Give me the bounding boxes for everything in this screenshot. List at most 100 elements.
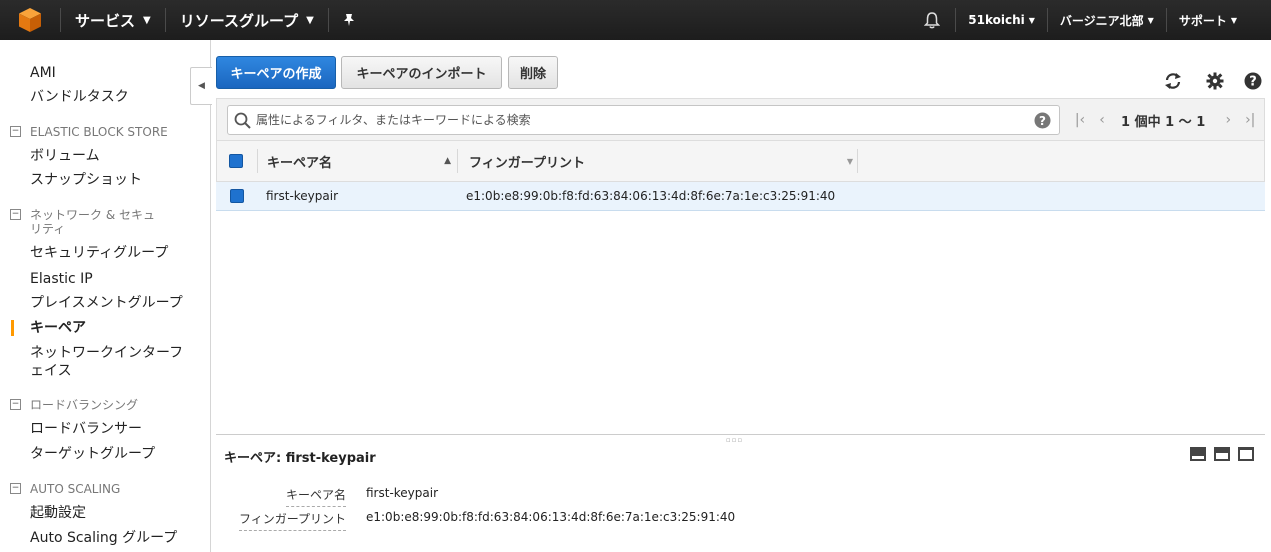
detail-title: キーペア: first-keypair [224,451,376,466]
section-ebs-label: ELASTIC BLOCK STORE [30,125,168,139]
refresh-button[interactable] [1162,70,1184,92]
field-label: キーペア名 [285,486,346,507]
search-box: ? [227,105,1060,135]
svg-text:?: ? [1039,114,1046,128]
collapse-icon: − [10,483,21,494]
row-checkbox[interactable] [230,182,244,210]
last-page-icon[interactable]: ›| [1239,112,1261,128]
chevron-left-icon: ◀ [198,81,205,91]
help-button[interactable]: ? [1242,70,1264,92]
cell-key-pair-name: first-keypair [266,189,339,203]
region-menu[interactable]: バージニア北部 ▼ [1048,0,1166,40]
next-page-icon[interactable]: › [1217,112,1239,128]
services-menu[interactable]: サービス ▼ [61,0,165,40]
panel-maximize-icon[interactable] [1238,447,1254,461]
sidebar-item-load-balancers[interactable]: ロードバランサー [30,420,200,438]
panel-layout-controls [1190,447,1254,461]
column-divider [457,149,458,173]
pin-button[interactable] [329,0,369,40]
filter-bar: ? |‹ ‹ 1 個中 1 〜 1 › ›| [216,98,1265,140]
field-label: フィンガープリント [238,510,346,531]
section-load-balancing[interactable]: − ロードバランシング [10,398,180,412]
chevron-down-icon: ▼ [306,14,314,26]
top-navigation-bar: サービス ▼ リソースグループ ▼ 51koichi ▼ バージニア北部 ▼ サ… [0,0,1271,40]
select-all-checkbox[interactable] [229,141,243,181]
search-icon [234,112,251,129]
sidebar-item-auto-scaling-groups[interactable]: Auto Scaling グループ [30,529,200,547]
account-area: 51koichi ▼ バージニア北部 ▼ サポート ▼ [909,0,1271,40]
help-icon: ? [1244,72,1262,90]
active-marker [11,320,14,336]
section-lb-label: ロードバランシング [30,398,139,412]
section-network-label: ネットワーク & セキュリティ [30,208,155,236]
sidebar-item-network-interfaces[interactable]: ネットワークインターフェイス [30,344,190,380]
chevron-down-icon: ▼ [143,14,151,26]
sidebar-collapse-button[interactable]: ◀ [190,67,212,105]
pin-icon [343,14,354,26]
panel-half-icon[interactable] [1214,447,1230,461]
section-ebs[interactable]: − ELASTIC BLOCK STORE [10,125,180,139]
column-header-key-pair-name[interactable]: キーペア名 ▲ [267,141,451,181]
import-key-pair-button[interactable]: キーペアのインポート [341,56,502,89]
resource-groups-label: リソースグループ [179,11,299,30]
sort-icon: ▼ [846,156,853,166]
table-row[interactable]: first-keypair e1:0b:e8:99:0b:f8:fd:63:84… [216,182,1265,211]
pagination-text: 1 個中 1 〜 1 [1121,114,1206,130]
sidebar-item-snapshots[interactable]: スナップショット [30,171,200,189]
column-divider [857,149,858,173]
settings-button[interactable] [1204,70,1226,92]
chevron-down-icon: ▼ [1147,15,1154,25]
sidebar-item-placement-groups[interactable]: プレイスメントグループ [30,294,200,312]
bell-icon [924,12,941,29]
cell-fingerprint: e1:0b:e8:99:0b:f8:fd:63:84:06:13:4d:8f:6… [466,189,836,203]
column-divider [257,149,258,173]
gear-icon [1206,72,1224,90]
panel-splitter[interactable] [216,434,1265,435]
column-header-label: キーペア名 [267,155,333,171]
section-network-security[interactable]: − ネットワーク & セキュリティ [10,208,160,236]
first-page-icon[interactable]: |‹ [1069,112,1091,128]
sidebar-item-target-groups[interactable]: ターゲットグループ [30,445,200,463]
detail-value-fingerprint: e1:0b:e8:99:0b:f8:fd:63:84:06:13:4d:8f:6… [366,510,736,524]
sort-ascending-icon: ▲ [444,156,451,166]
region-name: バージニア北部 [1059,13,1144,28]
sidebar-item-key-pairs[interactable]: キーペア [30,319,200,337]
sidebar-item-elastic-ip[interactable]: Elastic IP [30,270,200,288]
aws-logo-icon[interactable] [0,0,60,40]
svg-text:?: ? [1249,75,1257,90]
column-header-fingerprint[interactable]: フィンガープリント ▼ [469,141,853,181]
drag-handle-icon[interactable]: ▫▫▫ [726,436,743,444]
sidebar-item-ami[interactable]: AMI [30,64,200,82]
panel-minimize-icon[interactable] [1190,447,1206,461]
sidebar-item-bundle-tasks[interactable]: バンドルタスク [30,88,200,106]
table-header: キーペア名 ▲ フィンガープリント ▼ [216,140,1265,182]
chevron-down-icon: ▼ [1028,15,1035,25]
user-menu[interactable]: 51koichi ▼ [956,0,1047,40]
resource-groups-menu[interactable]: リソースグループ ▼ [166,0,328,40]
main-content: キーペアの作成 キーペアのインポート 削除 ? 属性によるフィルタ、またはキーワ… [212,40,1271,552]
section-as-label: AUTO SCALING [30,482,121,496]
sidebar-item-launch-configurations[interactable]: 起動設定 [30,504,200,522]
sidebar-item-volumes[interactable]: ボリューム [30,147,200,165]
pagination: |‹ ‹ 1 個中 1 〜 1 › ›| [1069,99,1261,141]
detail-value-key-pair-name: first-keypair [366,486,439,500]
collapse-icon: − [10,399,21,410]
column-header-label: フィンガープリント [469,155,585,171]
checkbox-checked-icon [230,189,244,203]
support-menu[interactable]: サポート ▼ [1167,0,1271,40]
delete-button[interactable]: 削除 [508,56,558,89]
sidebar-item-security-groups[interactable]: セキュリティグループ [30,244,200,262]
create-key-pair-button[interactable]: キーペアの作成 [216,56,336,89]
checkbox-checked-icon [229,154,243,168]
chevron-down-icon: ▼ [1230,15,1237,25]
collapse-icon: − [10,209,21,220]
refresh-icon [1165,73,1181,89]
collapse-icon: − [10,126,21,137]
sidebar: AMI バンドルタスク − ELASTIC BLOCK STORE ボリューム … [0,40,211,552]
prev-page-icon[interactable]: ‹ [1091,112,1113,128]
support-label: サポート [1178,13,1227,28]
notifications-button[interactable] [909,0,955,40]
search-help-icon[interactable]: ? [1034,112,1051,129]
search-input[interactable] [256,106,1026,134]
section-auto-scaling[interactable]: − AUTO SCALING [10,482,180,496]
